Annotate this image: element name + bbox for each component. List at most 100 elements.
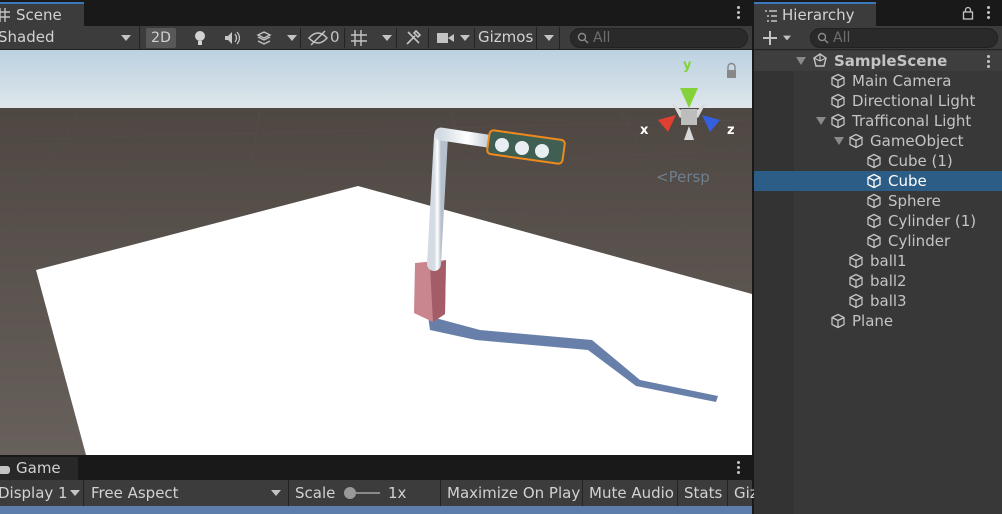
camera-dropdown-arrow[interactable] [460,35,470,41]
hierarchy-item-label: Directional Light [852,92,976,110]
scale-label: Scale [295,484,336,502]
aspect-dropdown[interactable]: Free Aspect [85,480,289,506]
hierarchy-item[interactable]: GameObject [754,131,1002,151]
hierarchy-item-label: Cube [888,172,927,190]
scene-search-input[interactable]: All [570,28,748,48]
scene-row[interactable]: SampleScene [754,51,1002,71]
expand-arrow-icon[interactable] [796,57,806,65]
lock-icon[interactable] [727,70,736,78]
audio-toggle-button[interactable] [218,28,246,48]
camera-settings-button[interactable] [434,28,458,48]
hidden-eye-icon [308,30,328,46]
scale-control: Scale 1x [289,480,441,506]
x-axis-label: x [640,123,649,138]
lighting-toggle-button[interactable] [186,28,214,48]
gameobject-cube-icon [849,133,863,149]
gameobject-cube-icon [867,173,881,189]
tab-scene[interactable]: Scene [0,2,84,26]
grid-icon [351,30,367,46]
video-camera-icon [437,33,454,43]
effects-dropdown-arrow[interactable] [287,35,297,41]
x-axis-cone[interactable] [658,115,676,132]
gameobject-cube-icon [849,253,863,269]
display-value: Display 1 [0,484,68,502]
scene-toolbar: Shaded 2D 0 Gizmos All [0,26,752,50]
hierarchy-item-label: GameObject [870,132,964,150]
hierarchy-item[interactable]: ball1 [754,251,1002,271]
create-button[interactable] [760,28,796,48]
game-view-panel: Game Display 1 Free Aspect Scale 1x Maxi… [0,455,758,514]
grid-toggle-button[interactable] [348,28,372,48]
shading-mode-dropdown[interactable]: Shaded [0,26,140,50]
hierarchy-search-placeholder: All [833,30,851,46]
scene-view-panel: Scene Shaded 2D 0 Gizmos All y x z <Pers… [0,0,752,455]
gameobject-cube-icon [831,73,845,89]
gameobject-cube-icon [867,193,881,209]
ball2-sphere[interactable] [515,141,529,155]
game-viewport [0,506,752,514]
aspect-value: Free Aspect [91,484,179,502]
hierarchy-item[interactable]: ball3 [754,291,1002,311]
gizmos-dropdown[interactable]: Gizmos [474,27,560,49]
hierarchy-tree: SampleScene Main Camera Directional Light… [754,51,1002,514]
z-axis-cone[interactable] [702,115,720,132]
search-icon [817,32,829,44]
scene-viewport[interactable]: y x z <Persp [0,50,752,455]
effects-toggle-button[interactable] [250,28,278,48]
scene-grid-icon [0,8,10,22]
lock-icon[interactable] [962,6,974,20]
maximize-on-play-toggle[interactable]: Maximize On Play [441,480,583,506]
projection-toggle[interactable]: <Persp [656,168,710,186]
gameobject-cube-icon [849,273,863,289]
scene-menu-icon[interactable] [737,6,740,19]
effects-layers-icon [256,31,272,45]
gamepad-icon [0,466,10,474]
hierarchy-item-label: ball1 [870,252,907,270]
tab-scene-label: Scene [16,6,62,24]
hierarchy-search-input[interactable]: All [810,28,998,48]
scale-slider-thumb[interactable] [344,487,356,499]
stats-toggle[interactable]: Stats [678,480,728,506]
hierarchy-tab-bar: Hierarchy [754,0,1002,26]
expand-arrow-icon[interactable] [816,117,826,125]
hierarchy-item[interactable]: Cube (1) [754,151,1002,171]
hierarchy-list-icon [765,10,777,22]
grid-dropdown-arrow[interactable] [382,35,392,41]
hierarchy-item[interactable]: Main Camera [754,71,1002,91]
mute-audio-toggle[interactable]: Mute Audio [583,480,678,506]
game-menu-icon[interactable] [737,461,740,474]
hierarchy-item[interactable]: ball2 [754,271,1002,291]
display-dropdown[interactable]: Display 1 [0,480,84,506]
z-axis-label: z [727,123,735,138]
unity-scene-icon [813,53,827,67]
tools-button[interactable] [402,28,424,48]
projection-label: Persp [668,168,710,186]
hierarchy-item[interactable]: Cylinder (1) [754,211,1002,231]
scene-row-menu-icon[interactable] [987,55,990,68]
tab-hierarchy[interactable]: Hierarchy [754,2,876,26]
scene-tab-bar: Scene [0,0,752,26]
lightbulb-icon [195,31,205,45]
hierarchy-item[interactable]: Cylinder [754,231,1002,251]
hierarchy-item[interactable]: Cube [754,171,1002,191]
ball1-sphere[interactable] [495,138,509,152]
hierarchy-item[interactable]: Directional Light [754,91,1002,111]
orientation-gizmo[interactable]: y x z [640,58,750,153]
hierarchy-item[interactable]: Sphere [754,191,1002,211]
arm-cylinder[interactable] [434,127,501,149]
wrench-icon [406,29,422,45]
2d-toggle-button[interactable]: 2D [146,28,176,48]
hierarchy-item[interactable]: Plane [754,311,1002,331]
gameobject-cube-icon [831,313,845,329]
tab-game[interactable]: Game [0,457,78,481]
gameobject-cube-icon [867,233,881,249]
expand-arrow-icon[interactable] [834,137,844,145]
y-axis-cone[interactable] [680,88,698,108]
ball3-sphere[interactable] [535,144,549,158]
hierarchy-item[interactable]: Trafficonal Light [754,111,1002,131]
gizmo-center-cube[interactable] [681,109,697,125]
tab-game-label: Game [16,459,61,477]
pole-cylinder[interactable] [427,129,448,271]
hierarchy-menu-icon[interactable] [987,6,990,19]
scene-visibility-toggle[interactable]: 0 [306,28,342,48]
